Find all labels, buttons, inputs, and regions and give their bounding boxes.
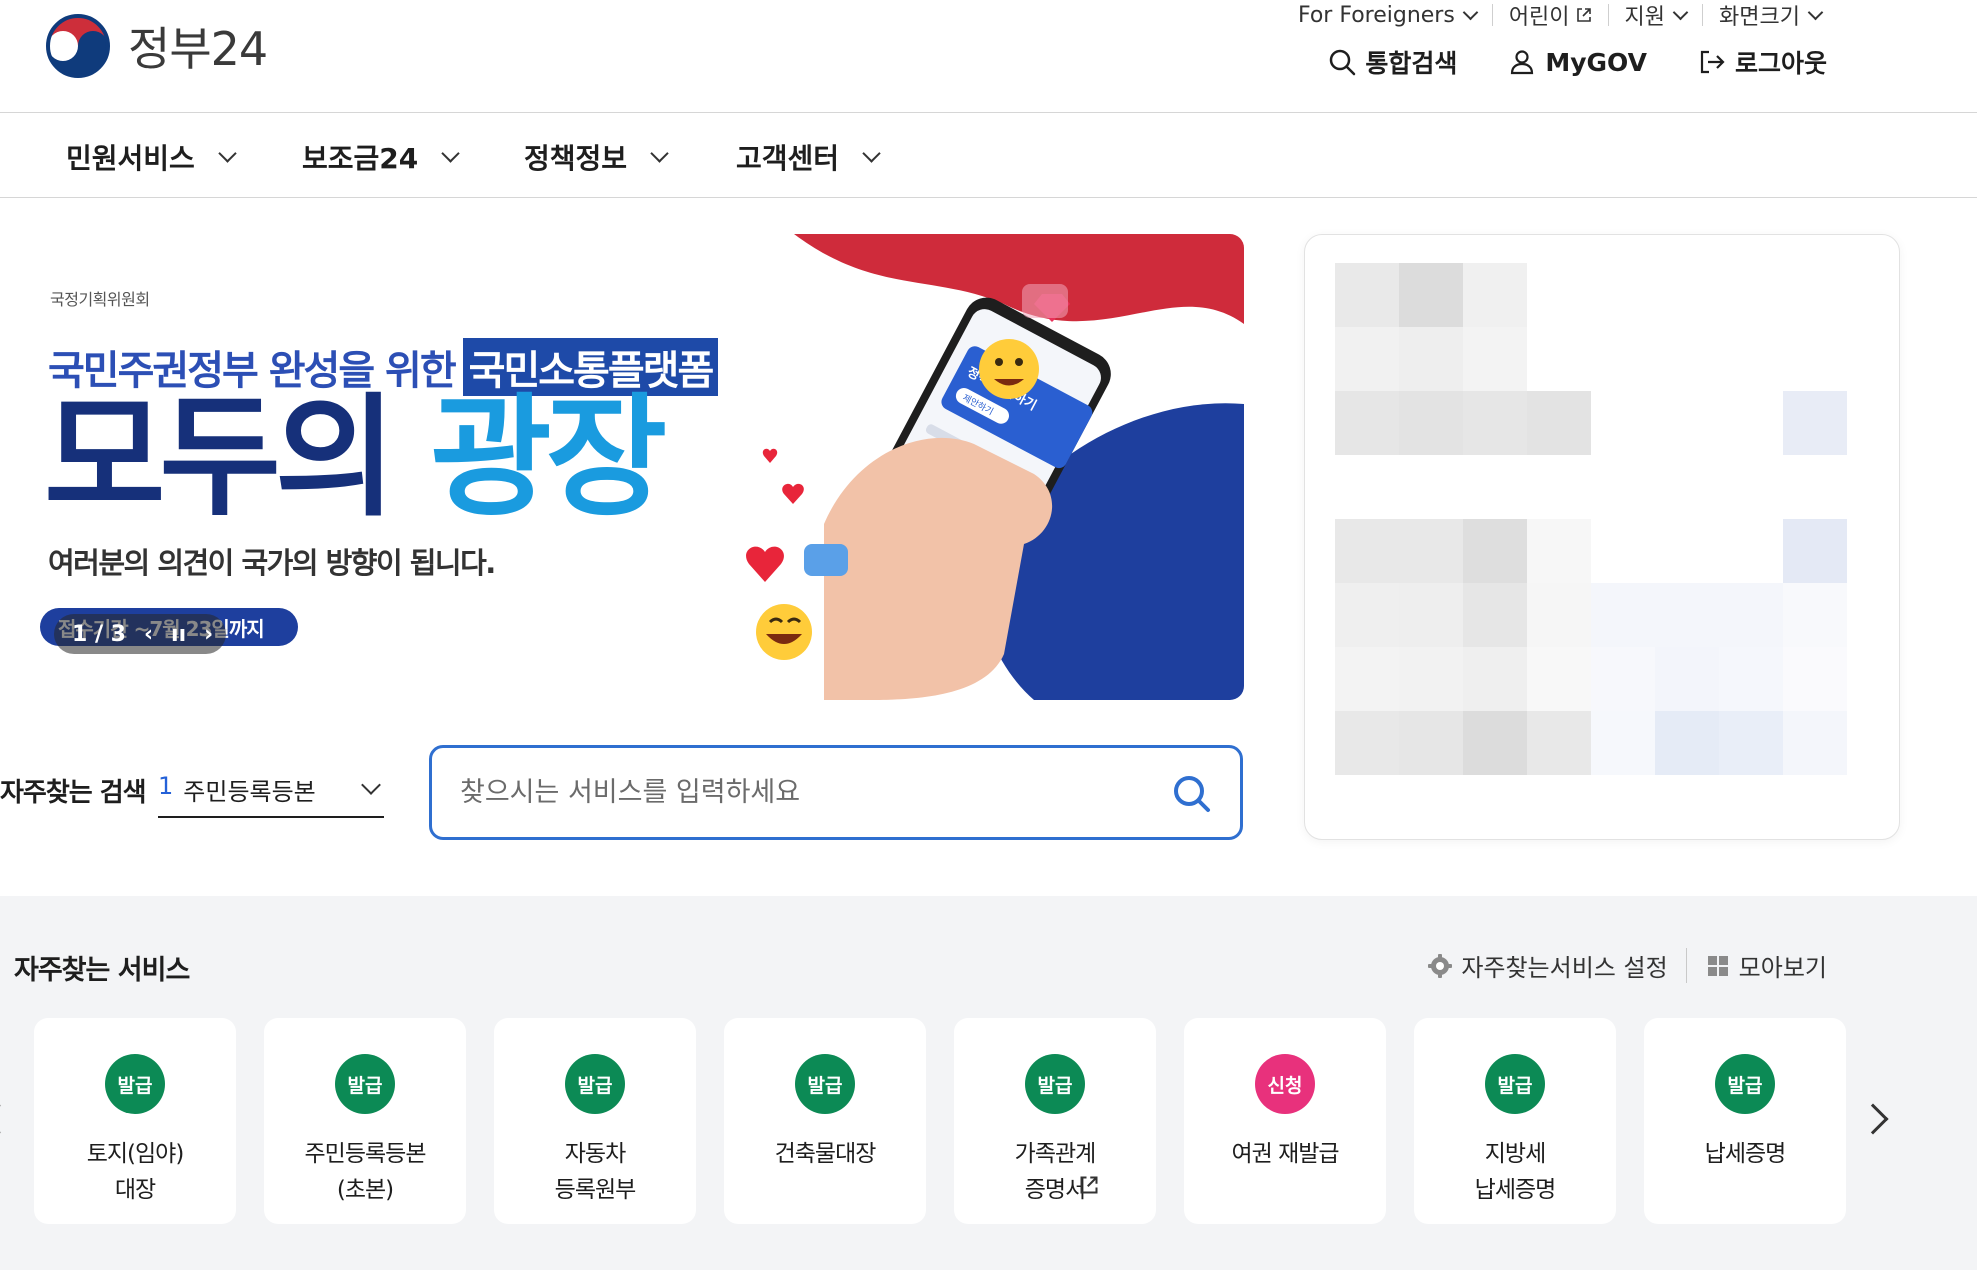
service-label: 토지(임야) 대장 <box>86 1141 185 1203</box>
pause-icon[interactable]: ıı <box>171 622 186 647</box>
chevron-right-icon[interactable] <box>1857 1103 1889 1135</box>
main-navigation: 민원서비스 보조금24 정책정보 고객센터 <box>0 112 1977 198</box>
service-card-resident-register[interactable]: 발급 주민등록등본 (초본) <box>264 1018 466 1224</box>
util-foreigners[interactable]: For Foreigners <box>1282 2 1492 28</box>
chevron-down-icon <box>1672 4 1689 20</box>
chevron-down-icon <box>361 775 381 795</box>
banner-title: 모두의 광장 <box>44 392 667 524</box>
service-badge: 발급 <box>335 1054 395 1114</box>
nav-label: 민원서비스 <box>66 142 195 175</box>
nav-label: 고객센터 <box>736 142 840 175</box>
chevron-down-icon <box>218 143 237 163</box>
action-label: 로그아웃 <box>1734 49 1827 78</box>
util-kids[interactable]: 어린이 <box>1491 4 1608 30</box>
service-label: 자동차 등록원부 <box>554 1141 637 1203</box>
banner-subtitle: 여러분의 의견이 국가의 방향이 됩니다. <box>48 546 496 580</box>
user-icon <box>1511 50 1534 75</box>
logout-button[interactable]: 로그아웃 <box>1697 44 1827 80</box>
action-label: MyGOV <box>1545 47 1647 77</box>
chevron-right-icon[interactable]: › <box>204 622 213 647</box>
nav-item-policy[interactable]: 정책정보 <box>524 137 669 177</box>
service-label: 지방세 납세증명 <box>1474 1141 1557 1203</box>
nav-item-customer-center[interactable]: 고객센터 <box>736 137 881 177</box>
frequent-search-select[interactable]: 1 주민등록등본 <box>158 772 384 818</box>
integrated-search-button[interactable]: 통합검색 <box>1327 44 1457 80</box>
chevron-down-icon <box>650 143 669 163</box>
banner-org: 국정기획위원회 <box>50 290 150 309</box>
chevron-down-icon <box>441 143 460 163</box>
services-settings-button[interactable]: 자주찾는서비스 설정 <box>1409 948 1685 983</box>
search-icon <box>1330 49 1356 76</box>
service-card-local-tax-certificate[interactable]: 발급 지방세 납세증명 <box>1414 1018 1616 1224</box>
external-link-icon <box>1080 1176 1098 1194</box>
mygov-button[interactable]: MyGOV <box>1507 44 1647 80</box>
service-card-vehicle-register[interactable]: 발급 자동차 등록원부 <box>494 1018 696 1224</box>
util-label: For Foreigners <box>1297 2 1455 28</box>
banner-illustration: 정책 제안하기 제안하기 <box>746 234 1244 700</box>
chevron-left-icon[interactable] <box>0 1103 15 1135</box>
grid-icon <box>1707 955 1728 976</box>
banner-title-b: 광장 <box>430 381 667 535</box>
util-label: 화면크기 <box>1719 5 1800 30</box>
nav-item-subsidy[interactable]: 보조금24 <box>302 137 460 177</box>
chevron-down-icon <box>862 143 881 163</box>
service-badge: 신청 <box>1255 1054 1315 1114</box>
logo-text: 정부24 <box>128 22 268 76</box>
view-all-button[interactable]: 모아보기 <box>1685 948 1845 983</box>
header-actions: 통합검색 MyGOV 로그아웃 <box>1327 44 1827 80</box>
frequent-search-label: 자주찾는 검색 <box>0 778 147 808</box>
service-search-box <box>429 745 1243 840</box>
util-label: 지원 <box>1624 5 1666 30</box>
frequent-search-rank: 1 <box>158 772 174 800</box>
search-icon[interactable] <box>1170 772 1214 816</box>
settings-label: 자주찾는서비스 설정 <box>1461 954 1668 982</box>
gear-icon <box>1428 953 1453 978</box>
service-badge: 발급 <box>1485 1054 1545 1114</box>
view-all-label: 모아보기 <box>1738 954 1827 982</box>
frequent-services-title: 자주찾는 서비스 <box>14 955 190 986</box>
frequent-services-section: 자주찾는 서비스 자주찾는서비스 설정 모아보기 발급 토지(임야) 대장 발급… <box>0 896 1977 1270</box>
service-badge: 발급 <box>1715 1054 1775 1114</box>
service-badge: 발급 <box>565 1054 625 1114</box>
service-badge: 발급 <box>1025 1054 1085 1114</box>
service-card-building-register[interactable]: 발급 건축물대장 <box>724 1018 926 1224</box>
banner-pager: 1 / 3 <box>72 621 126 647</box>
service-card-land-register[interactable]: 발급 토지(임야) 대장 <box>34 1018 236 1224</box>
banner-title-a: 모두의 <box>44 381 396 535</box>
nav-item-civil-service[interactable]: 민원서비스 <box>66 137 237 177</box>
right-widget[interactable] <box>1304 234 1900 840</box>
chevron-down-icon <box>1807 4 1824 20</box>
utility-links: For Foreigners 어린이 지원 화면크기 <box>1282 0 1837 30</box>
blurred-content <box>1335 263 1847 775</box>
page: 정부24 For Foreigners 어린이 지원 화면크기 통합검색 MyG… <box>0 0 1977 1270</box>
nav-label: 정책정보 <box>524 142 628 175</box>
service-label: 여권 재발급 <box>1231 1141 1339 1167</box>
banner-controls: 1 / 3 ‹ ıı › <box>54 614 226 654</box>
logo[interactable]: 정부24 <box>42 10 268 82</box>
chevron-left-icon[interactable]: ‹ <box>144 622 153 647</box>
chevron-down-icon <box>1462 4 1479 20</box>
service-label: 건축물대장 <box>774 1141 877 1167</box>
service-label: 가족관계 증명서 <box>1014 1141 1097 1203</box>
service-search-input[interactable] <box>460 770 1150 814</box>
service-card-tax-certificate[interactable]: 발급 납세증명 <box>1644 1018 1846 1224</box>
service-badge: 발급 <box>105 1054 165 1114</box>
frequent-services-tools: 자주찾는서비스 설정 모아보기 <box>1409 948 1845 983</box>
frequent-search-value: 주민등록등본 <box>183 778 316 806</box>
logout-icon <box>1700 50 1725 74</box>
service-label: 납세증명 <box>1704 1141 1787 1167</box>
service-label: 주민등록등본 (초본) <box>304 1141 427 1203</box>
util-label: 어린이 <box>1508 5 1570 30</box>
government-emblem-icon <box>44 12 112 80</box>
main-banner[interactable]: 국정기획위원회 국민주권정부 완성을 위한 국민소통플랫폼 모두의 광장 여러분의… <box>0 234 1244 700</box>
util-support[interactable]: 지원 <box>1607 4 1702 30</box>
service-card-passport-reissue[interactable]: 신청 여권 재발급 <box>1184 1018 1386 1224</box>
service-badge: 발급 <box>795 1054 855 1114</box>
service-card-family-certificate[interactable]: 발급 가족관계 증명서 <box>954 1018 1156 1224</box>
nav-label: 보조금24 <box>302 142 419 175</box>
action-label: 통합검색 <box>1365 49 1458 78</box>
service-cards: 발급 토지(임야) 대장 발급 주민등록등본 (초본) 발급 자동차 등록원부 … <box>34 1018 1846 1224</box>
util-screen-size[interactable]: 화면크기 <box>1702 4 1837 30</box>
external-link-icon <box>1576 8 1591 22</box>
